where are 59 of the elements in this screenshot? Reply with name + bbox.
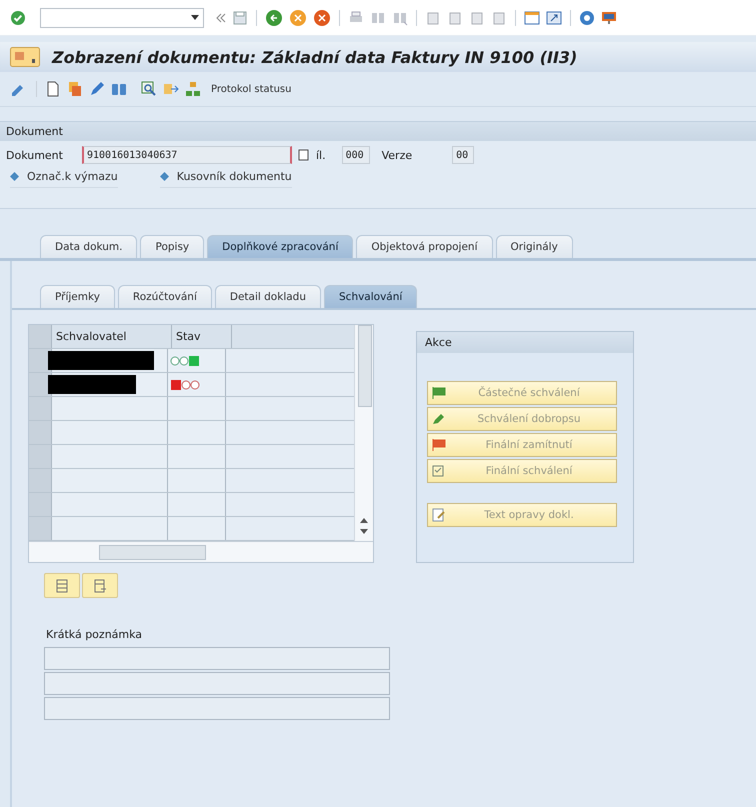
shortcut-icon[interactable] xyxy=(546,10,562,26)
caret-icon[interactable] xyxy=(191,15,199,20)
field-label: íl. xyxy=(316,148,326,162)
tab[interactable]: Objektová propojení xyxy=(356,235,493,258)
cancel-icon[interactable] xyxy=(313,8,331,26)
scroll-arrows-icon[interactable] xyxy=(360,517,368,535)
tab[interactable]: Popisy xyxy=(140,235,204,258)
tab[interactable]: Rozúčtování xyxy=(118,285,212,308)
note-field[interactable] xyxy=(44,647,390,670)
confirm-icon[interactable] xyxy=(10,10,26,26)
page-icon[interactable] xyxy=(491,10,507,26)
section-header: Dokument xyxy=(0,121,756,141)
page-icon[interactable] xyxy=(469,10,485,26)
status-log-button[interactable]: Protokol statusu xyxy=(207,82,296,96)
tab[interactable]: Schvalování xyxy=(324,285,418,308)
document-field[interactable]: 910016013040637 xyxy=(82,146,292,164)
version-field[interactable]: 00 xyxy=(452,146,474,164)
monitor-icon[interactable] xyxy=(601,10,617,26)
search-help-icon[interactable] xyxy=(298,148,310,162)
pencil-icon[interactable] xyxy=(89,81,105,97)
insert-row-button[interactable] xyxy=(44,573,80,598)
copy-document-icon[interactable] xyxy=(67,81,83,97)
delete-row-button[interactable] xyxy=(82,573,118,598)
binoculars-icon[interactable] xyxy=(111,81,127,97)
part-field[interactable]: 000 xyxy=(342,146,370,164)
tab[interactable]: Detail dokladu xyxy=(214,285,321,308)
page-icon[interactable] xyxy=(447,10,463,26)
tab[interactable]: Příjemky xyxy=(40,285,115,308)
diamond-icon xyxy=(160,172,169,181)
command-field[interactable] xyxy=(40,8,204,28)
exit-icon[interactable] xyxy=(289,8,307,26)
link-button[interactable]: Označ.k výmazu xyxy=(10,168,118,188)
transfer-icon[interactable] xyxy=(163,81,179,97)
tab[interactable]: Originály xyxy=(496,235,573,258)
tab[interactable]: Doplňkové zpracování xyxy=(207,235,354,258)
link-button[interactable]: Kusovník dokumentu xyxy=(160,168,292,188)
horizontal-scrollbar[interactable] xyxy=(29,541,373,562)
note-field[interactable] xyxy=(44,672,390,695)
window-icon[interactable] xyxy=(524,10,540,26)
save-icon[interactable] xyxy=(232,10,248,26)
back-icon[interactable] xyxy=(265,8,283,26)
field-label: Verze xyxy=(382,148,412,162)
panel-title: Akce xyxy=(417,332,633,353)
tab[interactable]: Data dokum. xyxy=(40,235,138,258)
magnifier-icon[interactable] xyxy=(141,81,157,97)
window-title: Zobrazení dokumentu: Základní data Faktury IN 9100 (II3) xyxy=(52,48,578,66)
note-label: Krátká poznámka xyxy=(46,628,144,641)
note-field[interactable] xyxy=(44,697,390,720)
help-icon[interactable] xyxy=(579,10,595,26)
page-icon[interactable] xyxy=(425,10,441,26)
delete-row-icon xyxy=(93,578,107,592)
new-document-icon[interactable] xyxy=(45,81,61,97)
hierarchy-icon[interactable] xyxy=(185,81,201,97)
insert-row-icon xyxy=(55,578,69,592)
menu-icon[interactable] xyxy=(10,47,40,67)
collapse-icon[interactable] xyxy=(216,12,226,22)
vertical-scrollbar[interactable] xyxy=(354,325,373,541)
diamond-icon xyxy=(10,172,19,181)
field-label: Dokument xyxy=(6,148,64,162)
